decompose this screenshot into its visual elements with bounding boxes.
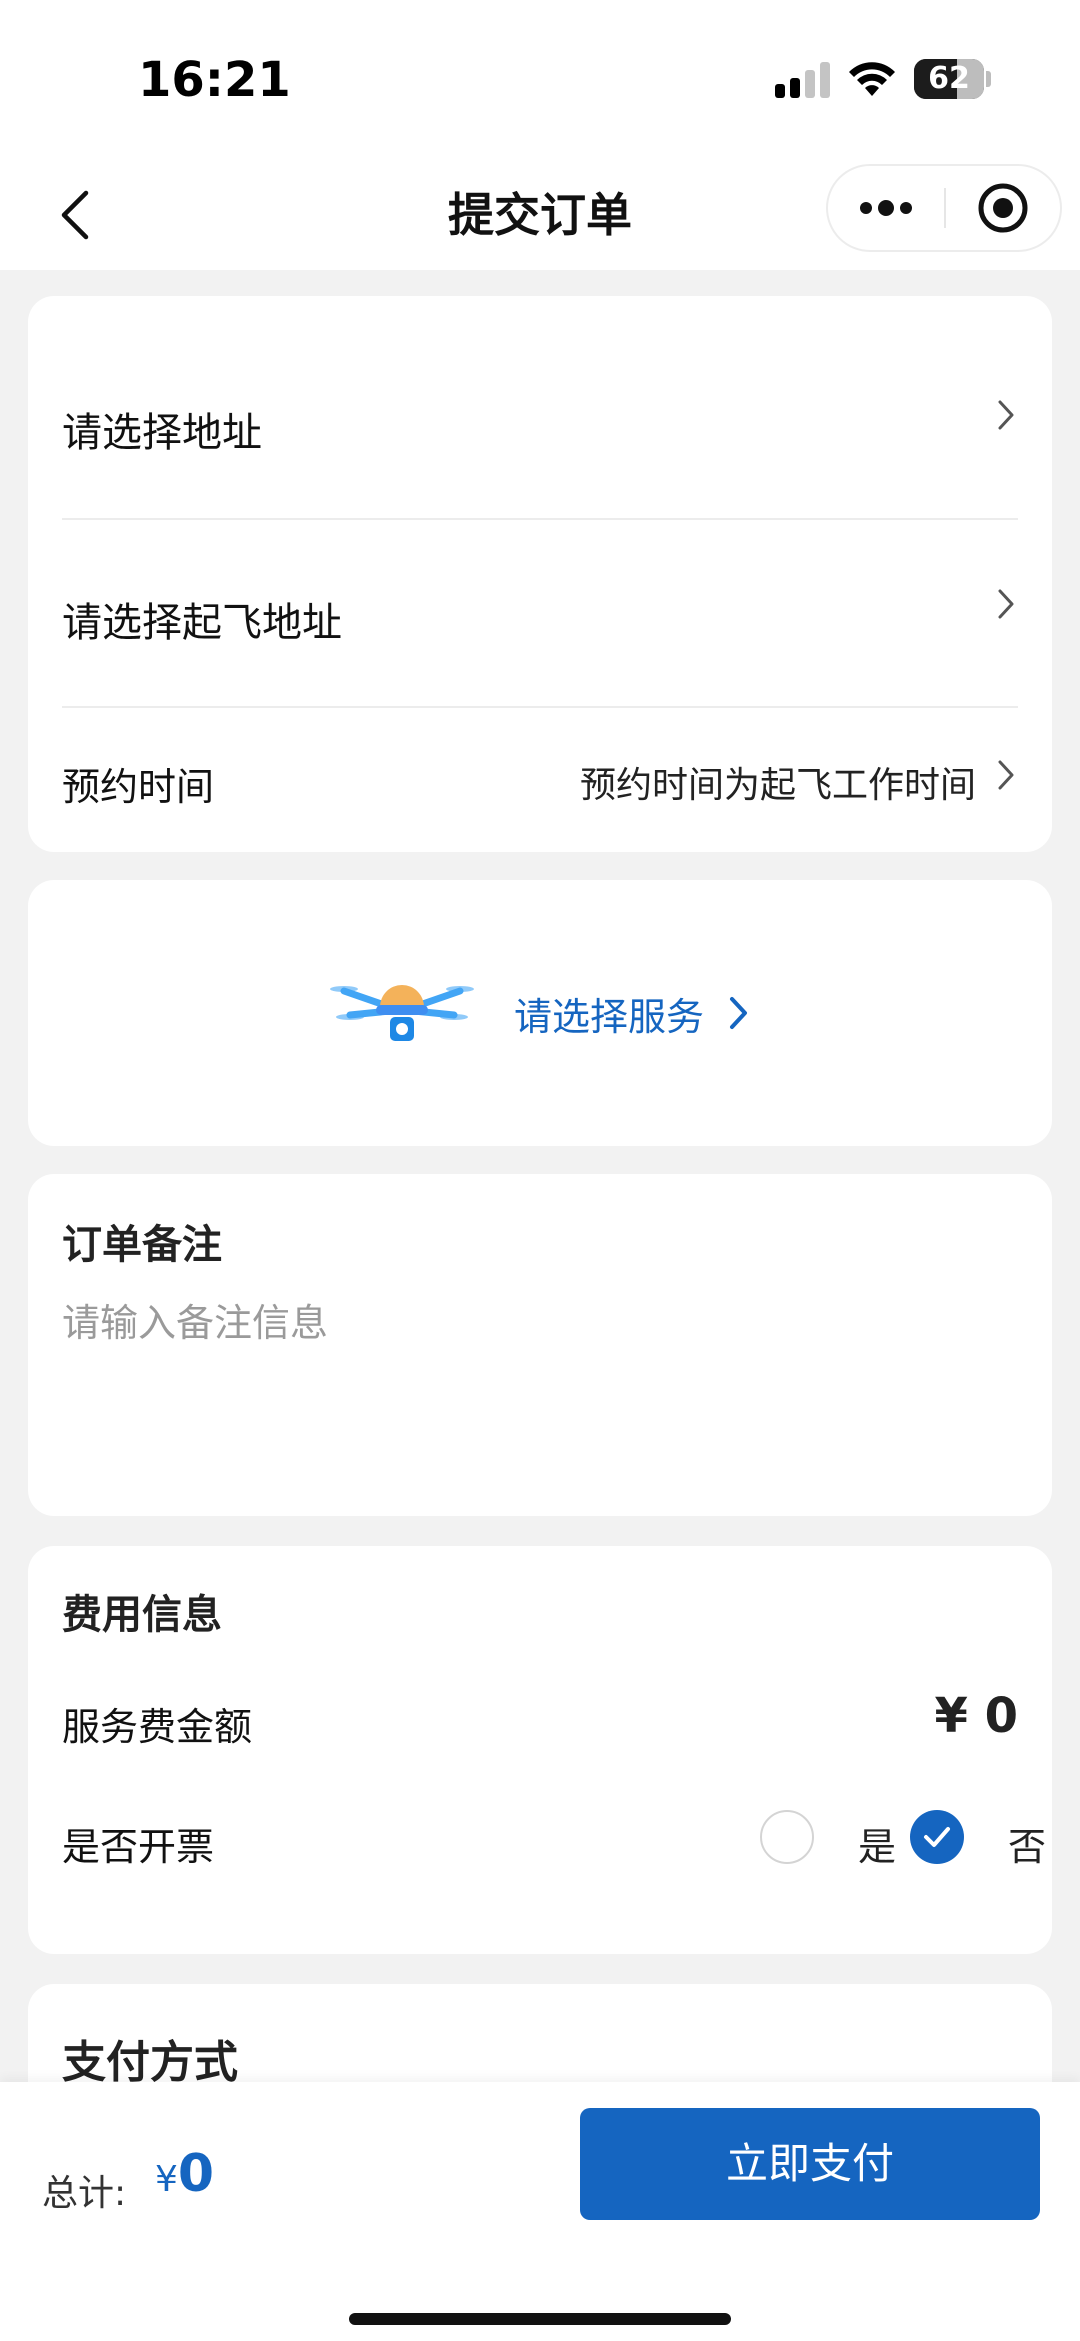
fee-title: 费用信息 (62, 1592, 222, 1638)
takeoff-address-row[interactable]: 请选择起飞地址 (28, 520, 1052, 706)
bottom-bar: 总计: ¥0 立即支付 (0, 2082, 1080, 2341)
home-indicator (349, 2313, 731, 2325)
invoice-label: 是否开票 (62, 1825, 215, 1869)
radio-unchecked-icon (760, 1810, 814, 1864)
checkmark-icon (924, 1827, 950, 1847)
chevron-right-icon (998, 760, 1014, 790)
currency-symbol: ¥ (155, 2159, 178, 2200)
signal-icon (775, 62, 835, 98)
address-label: 请选择地址 (62, 410, 262, 456)
invoice-yes-label: 是 (858, 1825, 897, 1869)
invoice-no-label: 否 (1008, 1825, 1047, 1869)
nav-bar: 提交订单 (0, 160, 1080, 270)
address-row[interactable]: 请选择地址 (28, 296, 1052, 518)
battery-icon: 62 (914, 59, 984, 99)
more-button[interactable] (828, 166, 944, 250)
mini-program-capsule (826, 164, 1062, 252)
close-button[interactable] (946, 166, 1060, 250)
payment-title: 支付方式 (62, 2037, 238, 2088)
remark-card: 订单备注 请输入备注信息 (28, 1174, 1052, 1516)
select-service-label: 请选择服务 (513, 994, 704, 1039)
chevron-right-icon (730, 997, 747, 1029)
invoice-no-option[interactable]: 否 (910, 1808, 1046, 1869)
invoice-yes-option[interactable]: 是 (760, 1808, 896, 1869)
close-target-icon (978, 183, 1028, 233)
remark-input[interactable]: 请输入备注信息 (62, 1292, 1018, 1472)
takeoff-address-label: 请选择起飞地址 (62, 600, 342, 646)
pay-now-button[interactable]: 立即支付 (580, 2108, 1040, 2220)
total-amount: ¥0 (155, 2144, 214, 2204)
total-label: 总计: (42, 2173, 127, 2214)
drone-icon (329, 985, 474, 1041)
total-value: 0 (177, 2144, 215, 2204)
fee-card: 费用信息 服务费金额 ¥ 0 是否开票 是 否 (28, 1546, 1052, 1954)
status-bar: 16:21 62 (0, 0, 1080, 160)
remark-title: 订单备注 (62, 1222, 222, 1268)
battery-tip (986, 71, 991, 87)
chevron-right-icon (998, 589, 1014, 619)
address-card: 请选择地址 请选择起飞地址 预约时间 预约时间为起飞工作时间 (28, 296, 1052, 852)
appointment-label: 预约时间 (62, 765, 215, 809)
more-icon (860, 200, 912, 216)
chevron-right-icon (998, 400, 1014, 430)
service-fee-label: 服务费金额 (62, 1705, 253, 1749)
service-fee-value: ¥ 0 (934, 1688, 1018, 1744)
service-card[interactable]: 请选择服务 (28, 880, 1052, 1146)
status-time: 16:21 (138, 52, 291, 108)
radio-checked-icon (910, 1810, 964, 1864)
appointment-row[interactable]: 预约时间 预约时间为起飞工作时间 (28, 708, 1052, 852)
appointment-value: 预约时间为起飞工作时间 (579, 765, 976, 806)
wifi-icon (849, 62, 895, 96)
battery-level: 62 (928, 61, 970, 96)
